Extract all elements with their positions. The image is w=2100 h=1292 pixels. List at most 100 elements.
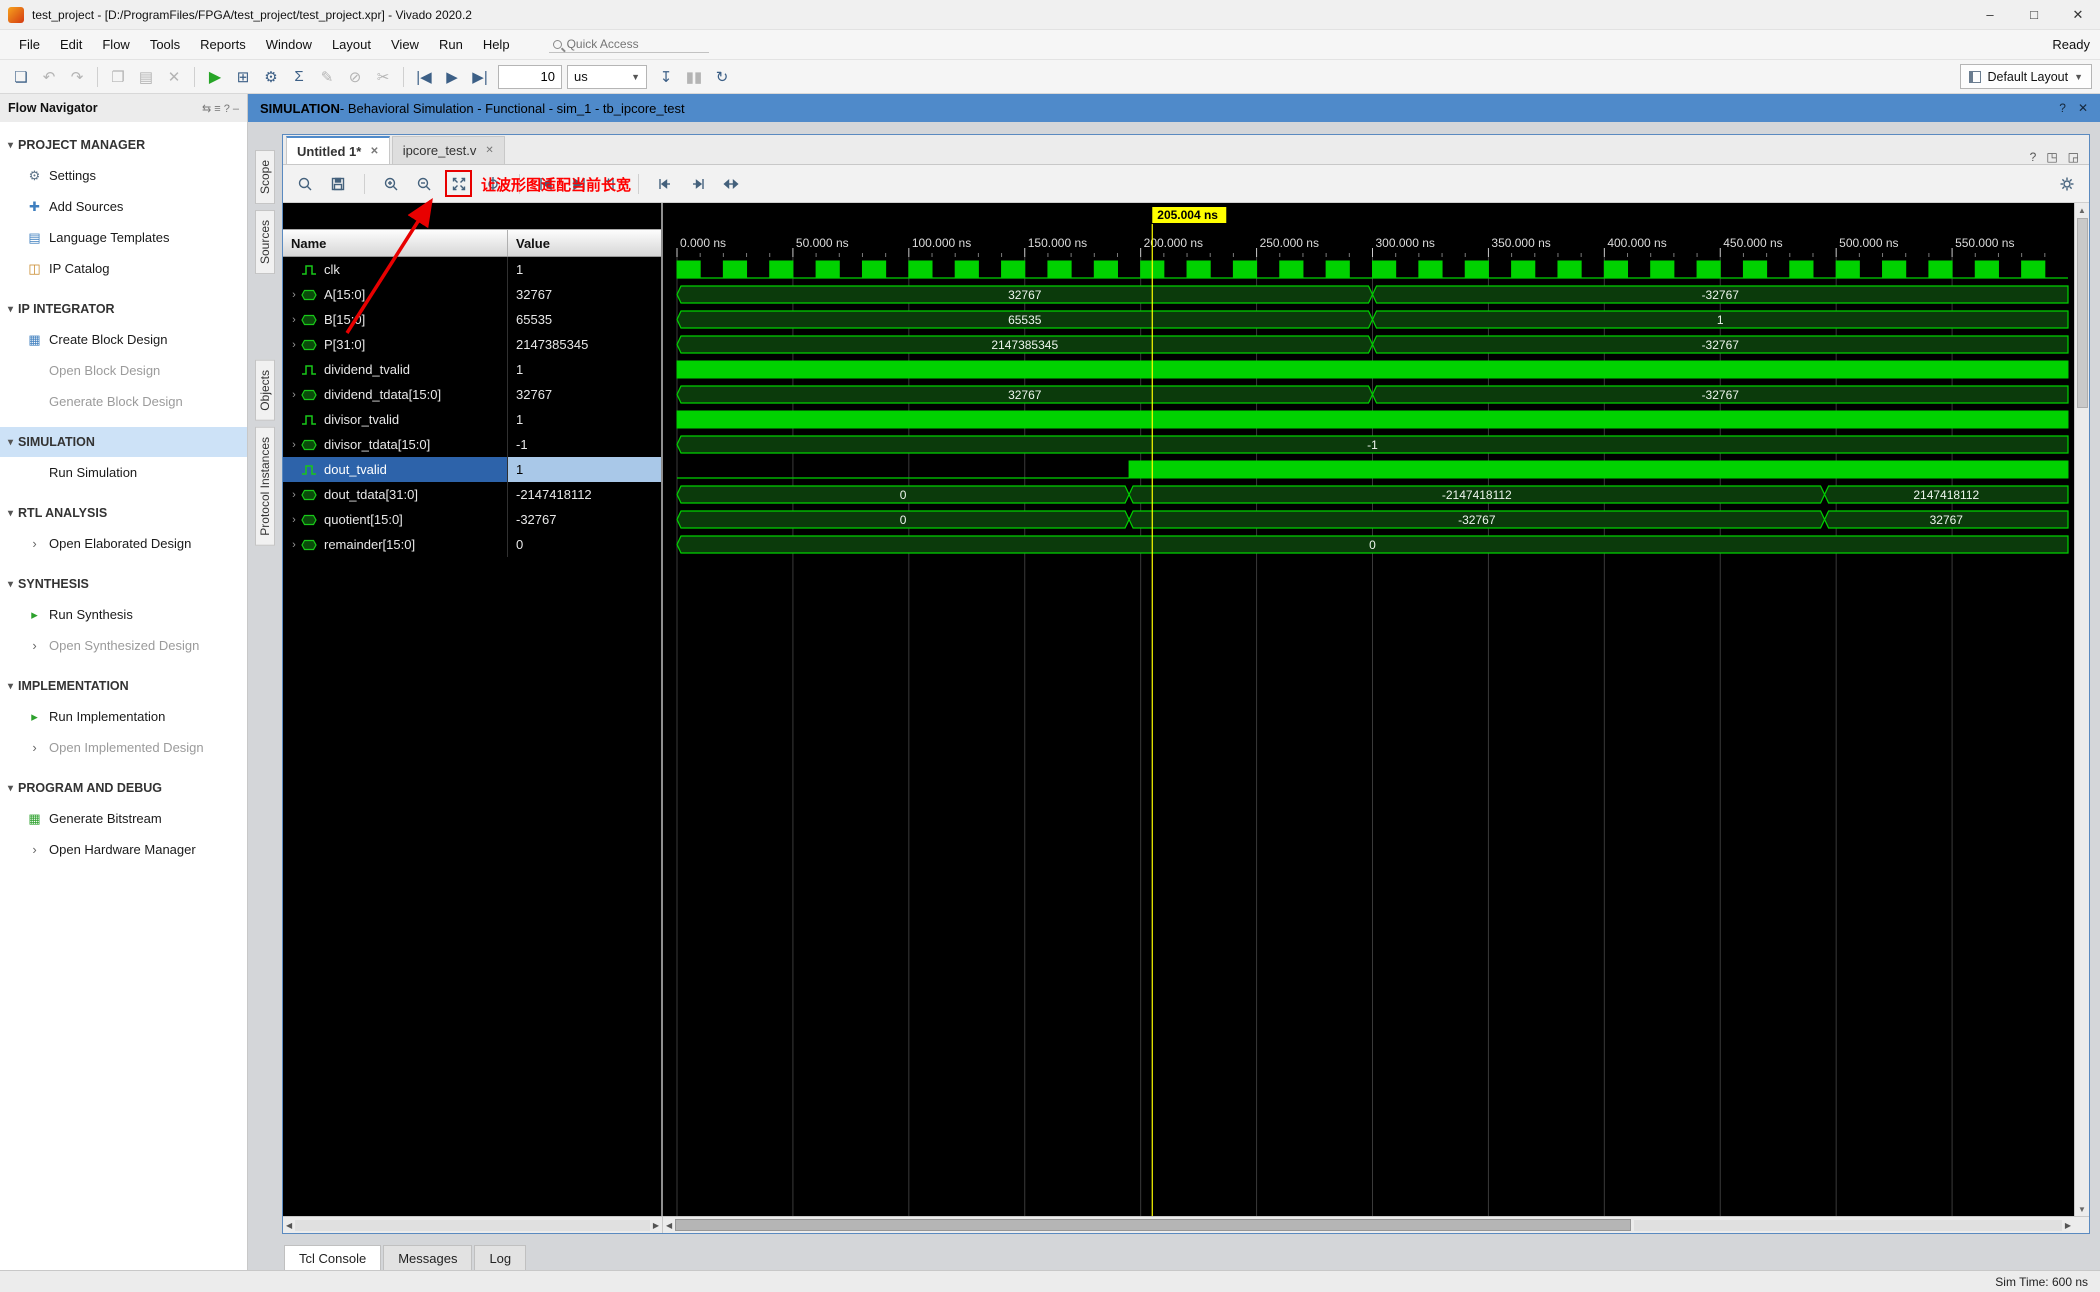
signal-name-cell[interactable]: clk (283, 257, 508, 282)
vertical-scroll-thumb[interactable] (2076, 218, 2088, 408)
signal-row-clk[interactable]: clk 1 (283, 257, 661, 282)
menu-tools[interactable]: Tools (141, 33, 189, 56)
signal-name-cell[interactable]: › B[15:0] (283, 307, 508, 332)
side-tab-sources[interactable]: Sources (255, 210, 275, 275)
bottom-tab-tcl-console[interactable]: Tcl Console (284, 1245, 382, 1270)
signal-value-cell[interactable]: 0 (508, 532, 661, 557)
signal-name-cell[interactable]: divisor_tvalid (283, 407, 508, 432)
fn-item-create-block-design[interactable]: ▦ Create Block Design (0, 324, 247, 355)
menu-run[interactable]: Run (430, 33, 472, 56)
run-flow-icon[interactable]: ▶ (202, 64, 228, 90)
relaunch-icon[interactable]: ↻ (709, 64, 735, 90)
scroll-right-icon[interactable]: ▶ (2065, 1221, 2071, 1230)
zoom-out-icon[interactable] (412, 172, 436, 196)
menu-window[interactable]: Window (257, 33, 321, 56)
scroll-up-icon[interactable]: ▲ (2075, 203, 2089, 217)
signal-value-cell[interactable]: -2147418112 (508, 482, 661, 507)
probe-icon[interactable]: ✂ (370, 64, 396, 90)
vertical-scrollbar[interactable]: ▲ ▼ (2074, 203, 2089, 1216)
maximize-button[interactable]: □ (2012, 0, 2056, 29)
pause-icon[interactable]: ▮▮ (681, 64, 707, 90)
scroll-right-icon[interactable]: ▶ (653, 1221, 659, 1230)
fn-item-settings[interactable]: ⚙ Settings (0, 160, 247, 191)
menu-file[interactable]: File (10, 33, 49, 56)
menu-layout[interactable]: Layout (323, 33, 380, 56)
signal-row-remainder-15-0[interactable]: › remainder[15:0] 0 (283, 532, 661, 557)
undo-icon[interactable]: ↶ (36, 64, 62, 90)
signal-name-cell[interactable]: dividend_tvalid (283, 357, 508, 382)
quick-access-input[interactable] (566, 37, 677, 51)
fn-header-synthesis[interactable]: ▾ SYNTHESIS (0, 569, 247, 599)
run-for-icon[interactable]: ▶| (467, 64, 493, 90)
doc-tab-untitled-1[interactable]: Untitled 1* ✕ (286, 136, 390, 164)
fn-header-rtl-analysis[interactable]: ▾ RTL ANALYSIS (0, 498, 247, 528)
horizontal-scroll-thumb[interactable] (675, 1219, 1631, 1231)
paste-icon[interactable]: ▤ (133, 64, 159, 90)
fn-header-implementation[interactable]: ▾ IMPLEMENTATION (0, 671, 247, 701)
signal-row-dividend-tvalid[interactable]: dividend_tvalid 1 (283, 357, 661, 382)
menu-help[interactable]: Help (474, 33, 519, 56)
expand-chevron-icon[interactable]: › (287, 389, 301, 401)
fn-header-program-and-debug[interactable]: ▾ PROGRAM AND DEBUG (0, 773, 247, 803)
readonly-icon[interactable]: ⊘ (342, 64, 368, 90)
close-view-icon[interactable]: ✕ (2078, 101, 2088, 115)
scroll-left-icon[interactable]: ◀ (666, 1221, 672, 1230)
fn-item-add-sources[interactable]: ✚ Add Sources (0, 191, 247, 222)
menu-flow[interactable]: Flow (93, 33, 138, 56)
menu-edit[interactable]: Edit (51, 33, 91, 56)
signal-name-cell[interactable]: › P[31:0] (283, 332, 508, 357)
edit-icon[interactable]: ✎ (314, 64, 340, 90)
signal-value-cell[interactable]: 32767 (508, 382, 661, 407)
menu-reports[interactable]: Reports (191, 33, 255, 56)
signal-row-a-15-0[interactable]: › A[15:0] 32767 (283, 282, 661, 307)
layout-selector[interactable]: Default Layout ▼ (1960, 64, 2092, 89)
flow-navigator-header-icons[interactable]: ⇆ ≡ ? – (202, 102, 239, 115)
fn-item-run-synthesis[interactable]: ▸ Run Synthesis (0, 599, 247, 630)
side-tab-objects[interactable]: Objects (255, 360, 275, 421)
signal-value-cell[interactable]: 1 (508, 257, 661, 282)
minimize-button[interactable]: – (1968, 0, 2012, 29)
wave-settings-btn[interactable] (2055, 172, 2079, 196)
close-icon[interactable]: ✕ (485, 145, 493, 156)
signal-row-divisor-tdata-15-0[interactable]: › divisor_tdata[15:0] -1 (283, 432, 661, 457)
window-control-icon[interactable]: ◲ (2068, 150, 2079, 164)
fn-item-open-hardware-manager[interactable]: › Open Hardware Manager (0, 834, 247, 865)
expand-chevron-icon[interactable]: › (287, 539, 301, 551)
next-transition-icon[interactable] (567, 172, 591, 196)
expand-chevron-icon[interactable]: › (287, 289, 301, 301)
ip-integrator-icon[interactable]: ⊞ (230, 64, 256, 90)
signal-value-cell[interactable]: 1 (508, 357, 661, 382)
save-waveform-icon[interactable] (326, 172, 350, 196)
signal-value-cell[interactable]: 65535 (508, 307, 661, 332)
add-marker-icon[interactable] (600, 172, 624, 196)
signal-name-cell[interactable]: › dout_tdata[31:0] (283, 482, 508, 507)
zoom-fit-icon[interactable] (445, 170, 472, 197)
swap-cursor-icon[interactable] (719, 172, 743, 196)
side-tab-scope[interactable]: Scope (255, 150, 275, 205)
signal-name-cell[interactable]: dout_tvalid (283, 457, 508, 482)
signal-value-cell[interactable]: -1 (508, 432, 661, 457)
signal-row-quotient-15-0[interactable]: › quotient[15:0] -32767 (283, 507, 661, 532)
scroll-left-icon[interactable]: ◀ (286, 1221, 292, 1230)
signal-value-cell[interactable]: 2147385345 (508, 332, 661, 357)
expand-chevron-icon[interactable]: › (287, 439, 301, 451)
fn-item-ip-catalog[interactable]: ◫ IP Catalog (0, 253, 247, 284)
report-sigma-icon[interactable]: Σ (286, 64, 312, 90)
close-icon[interactable]: ✕ (370, 146, 378, 157)
value-column-header[interactable]: Value (508, 230, 661, 256)
signal-row-divisor-tvalid[interactable]: divisor_tvalid 1 (283, 407, 661, 432)
signal-name-cell[interactable]: › quotient[15:0] (283, 507, 508, 532)
fn-header-project-manager[interactable]: ▾ PROJECT MANAGER (0, 130, 247, 160)
bottom-tab-log[interactable]: Log (474, 1245, 527, 1270)
signal-name-cell[interactable]: › remainder[15:0] (283, 532, 508, 557)
signal-name-cell[interactable]: › A[15:0] (283, 282, 508, 307)
fn-item-generate-bitstream[interactable]: ▦ Generate Bitstream (0, 803, 247, 834)
restart-sim-icon[interactable]: |◀ (411, 64, 437, 90)
zoom-in-icon[interactable] (379, 172, 403, 196)
bottom-tab-messages[interactable]: Messages (383, 1245, 473, 1270)
scroll-down-icon[interactable]: ▼ (2075, 1202, 2089, 1216)
fn-item-run-implementation[interactable]: ▸ Run Implementation (0, 701, 247, 732)
quick-access-search[interactable] (548, 36, 709, 53)
expand-chevron-icon[interactable]: › (287, 489, 301, 501)
redo-icon[interactable]: ↷ (64, 64, 90, 90)
